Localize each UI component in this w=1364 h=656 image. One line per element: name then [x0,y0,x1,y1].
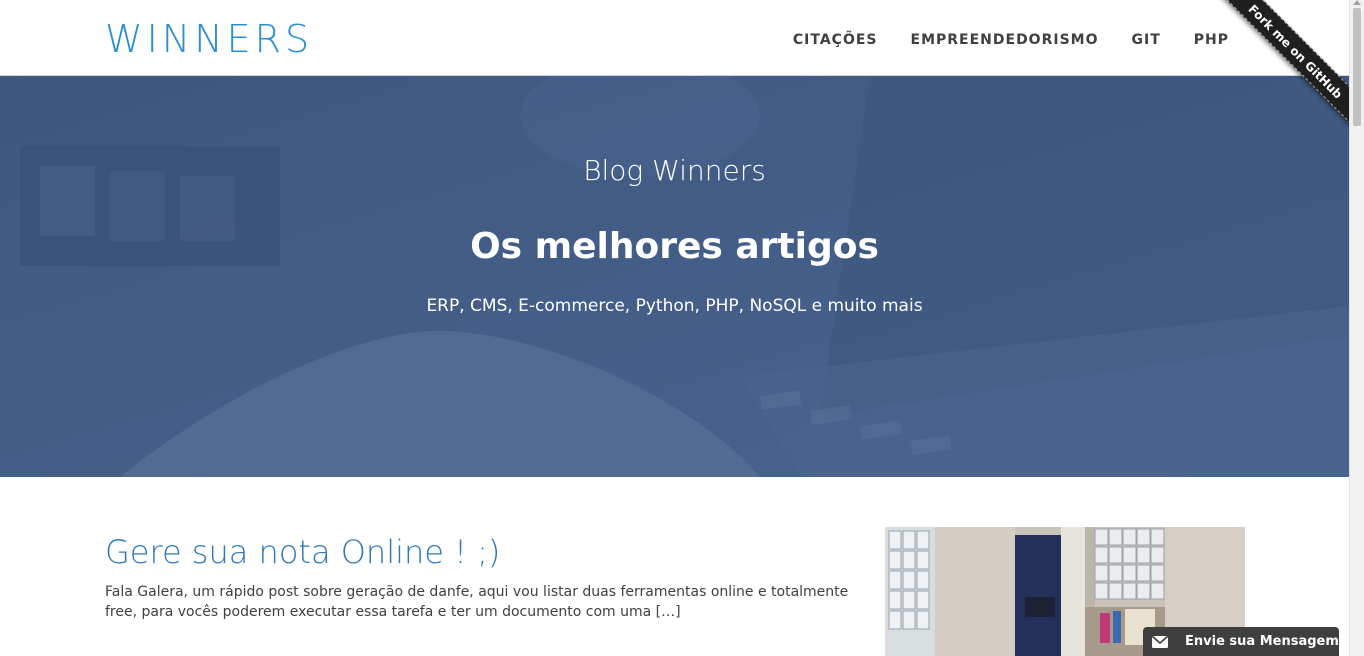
nav-item-empreendedorismo[interactable]: EMPREENDEDORISMO [911,30,1099,50]
page-scrollbar[interactable] [1349,0,1364,656]
github-ribbon: Fork me on GitHub [1199,0,1349,150]
hero-subtitle: Os melhores artigos [470,226,879,267]
hero-tagline: ERP, CMS, E-commerce, Python, PHP, NoSQL… [426,296,923,316]
main-nav: CITAÇÕES EMPREENDEDORISMO GIT PHP [760,30,1229,50]
nav-item-citacoes[interactable]: CITAÇÕES [793,30,878,50]
chat-widget-label: Envie sua Mensagem [1185,634,1339,649]
post-title-link[interactable]: Gere sua nota Online ! ;) [105,533,500,571]
brand-logo[interactable]: WINNERS [105,17,313,61]
fork-on-github-link[interactable]: Fork me on GitHub [1212,0,1349,135]
scrollbar-thumb[interactable] [1353,8,1361,126]
hero-overlay [0,76,1349,477]
post-excerpt: Fala Galera, um rápido post sobre geraçã… [105,584,849,620]
nav-item-git[interactable]: GIT [1132,30,1161,50]
hero-banner: Blog Winners Os melhores artigos ERP, CM… [0,76,1349,477]
page: WINNERS CITAÇÕES EMPREENDEDORISMO GIT PH… [0,0,1349,656]
envelope-icon [1143,627,1177,656]
scroll-up-arrow-icon[interactable] [1353,0,1361,5]
hero-title: Blog Winners [583,154,766,187]
post-preview: Gere sua nota Online ! ;) Fala Galera, u… [105,528,865,622]
top-navbar: WINNERS CITAÇÕES EMPREENDEDORISMO GIT PH… [0,0,1349,76]
chat-widget-button[interactable]: Envie sua Mensagem [1143,627,1339,656]
